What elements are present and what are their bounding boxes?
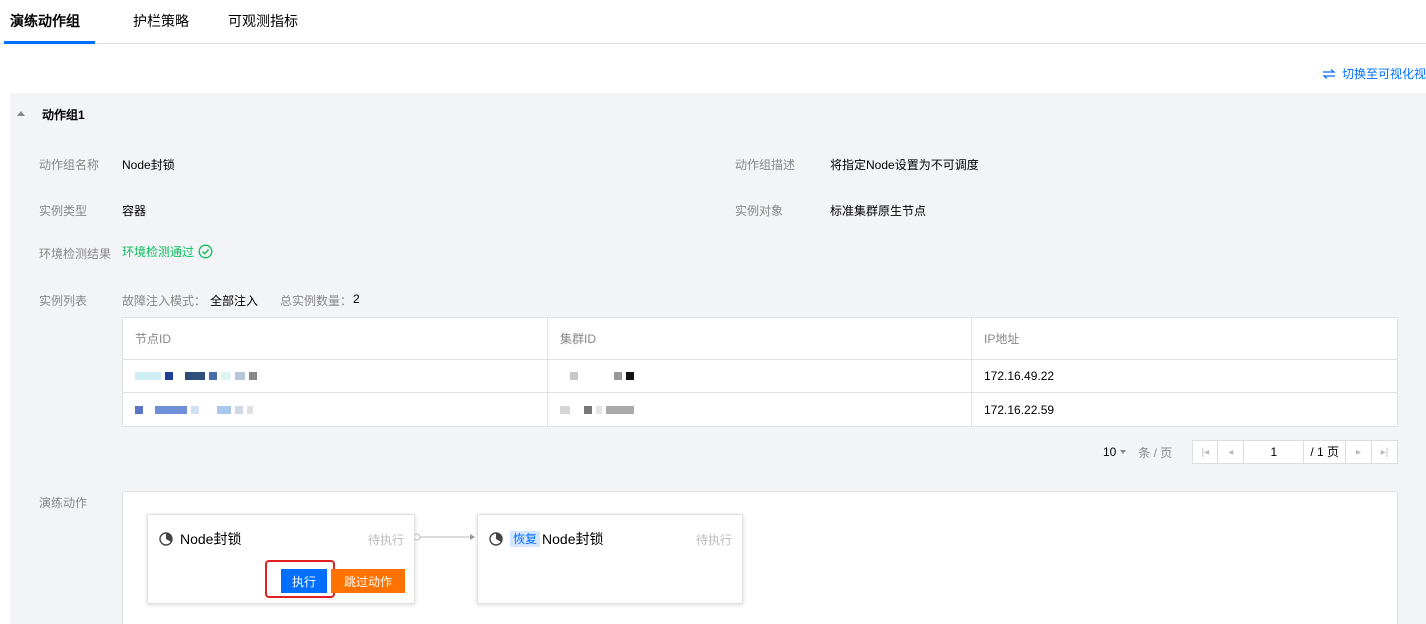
next-page-button[interactable]: ▸ <box>1346 440 1372 464</box>
ip-cell: 172.16.22.59 <box>984 402 1055 417</box>
table-row: 172.16.22.59 <box>123 393 1397 426</box>
pie-status-icon <box>159 532 173 546</box>
switch-view-link[interactable]: 切换至可视化视 <box>1322 66 1426 82</box>
instance-count-label: 总实例数量： <box>280 294 353 308</box>
page-size-select[interactable]: 10 <box>1103 445 1130 459</box>
instance-count-value: 2 <box>353 292 360 306</box>
tab-bar: 演练动作组 护栏策略 可观测指标 <box>0 0 1426 44</box>
redacted-node-id <box>135 405 253 414</box>
instance-list-label: 实例列表 <box>39 294 88 308</box>
tab-observability-metrics[interactable]: 可观测指标 <box>228 0 298 44</box>
instance-table: 节点ID 集群ID IP地址 172.16.49.22 172.16.22.59 <box>122 317 1398 427</box>
redacted-cluster-id <box>560 405 634 414</box>
action-card-node-cordon[interactable]: Node封锁 待执行 执行 跳过动作 <box>147 514 415 604</box>
cluster-id-cell <box>548 393 972 426</box>
action-flow-canvas: Node封锁 待执行 执行 跳过动作 恢复 Node封锁 待执行 <box>122 491 1398 624</box>
redacted-node-id <box>135 372 257 380</box>
action-group-panel: 动作组1 动作组名称 Node封锁 动作组描述 将指定Node设置为不可调度 实… <box>10 93 1426 624</box>
check-circle-icon <box>198 244 213 259</box>
total-pages: / 1 页 <box>1304 440 1346 464</box>
col-header-cluster-id: 集群ID <box>548 318 972 359</box>
env-check-label: 环境检测结果 <box>39 247 112 261</box>
group-desc-label: 动作组描述 <box>735 158 796 172</box>
group-desc-value: 将指定Node设置为不可调度 <box>830 158 979 172</box>
action-card-title: 恢复 Node封锁 <box>488 529 603 549</box>
action-group-title: 动作组1 <box>42 108 85 122</box>
action-card-recover-node-cordon[interactable]: 恢复 Node封锁 待执行 <box>477 514 743 604</box>
page-number-input[interactable]: 1 <box>1244 440 1305 464</box>
page-size-unit: 条 / 页 <box>1138 445 1173 460</box>
action-card-title: Node封锁 <box>158 529 241 549</box>
node-id-cell <box>123 360 548 392</box>
swap-icon <box>1322 69 1336 79</box>
action-status: 待执行 <box>367 533 404 547</box>
active-tab-indicator <box>4 41 95 44</box>
env-check-value: 环境检测通过 <box>122 245 195 259</box>
first-page-button[interactable]: |◂ <box>1192 440 1219 464</box>
inject-mode-value: 全部注入 <box>210 294 259 308</box>
group-name-value: Node封锁 <box>122 158 175 172</box>
env-check-result: 环境检测通过 <box>122 243 213 260</box>
redacted-cluster-id <box>570 372 634 380</box>
table-header-row: 节点ID 集群ID IP地址 <box>123 318 1397 360</box>
chevron-down-icon <box>1120 450 1127 454</box>
switch-view-label: 切换至可视化视 <box>1341 67 1426 81</box>
cluster-id-cell <box>548 360 972 392</box>
flow-connector-arrow <box>413 533 475 541</box>
col-header-node-id: 节点ID <box>123 318 548 359</box>
ip-cell: 172.16.49.22 <box>984 369 1055 383</box>
instance-type-value: 容器 <box>122 204 147 218</box>
inject-mode-label: 故障注入模式： <box>122 294 207 308</box>
group-name-label: 动作组名称 <box>39 158 100 172</box>
tab-drill-action-group[interactable]: 演练动作组 <box>10 0 80 44</box>
last-page-button[interactable]: ▸| <box>1372 440 1398 464</box>
action-status: 待执行 <box>695 533 732 547</box>
col-header-ip: IP地址 <box>984 332 1020 346</box>
skip-action-button[interactable]: 跳过动作 <box>331 569 405 593</box>
prev-page-button[interactable]: ◂ <box>1218 440 1245 464</box>
pagination: 10 条 / 页 |◂ ◂ 1 / 1 页 ▸ ▸| <box>1103 440 1398 464</box>
execute-button[interactable]: 执行 <box>281 569 327 593</box>
pie-status-icon <box>489 532 503 546</box>
recover-tag: 恢复 <box>510 531 541 547</box>
drill-actions-label: 演练动作 <box>39 496 88 510</box>
table-row: 172.16.49.22 <box>123 360 1397 393</box>
instance-target-label: 实例对象 <box>735 204 784 218</box>
tab-guardrail-policy[interactable]: 护栏策略 <box>133 0 189 44</box>
collapse-caret-icon[interactable] <box>17 111 25 116</box>
instance-type-label: 实例类型 <box>39 204 88 218</box>
instance-target-value: 标准集群原生节点 <box>830 204 927 218</box>
node-id-cell <box>123 393 548 426</box>
